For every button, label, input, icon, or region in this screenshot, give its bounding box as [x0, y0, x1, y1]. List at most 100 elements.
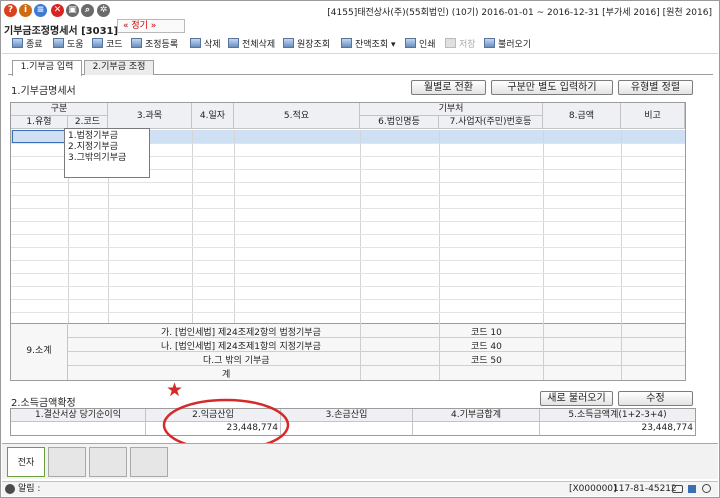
exit-icon	[12, 38, 23, 48]
grid-row-line	[11, 182, 685, 183]
grid-row-line	[11, 273, 685, 274]
help-icon[interactable]: ?	[4, 4, 17, 17]
header-summary: 5.적요	[234, 103, 360, 129]
status-bar: 알림 : [X000000] 117-81-45212	[2, 481, 718, 496]
balance-icon	[341, 38, 352, 48]
gear-icon[interactable]: ✲	[97, 4, 110, 17]
tool-delete-all-button[interactable]: 전체삭제	[228, 38, 275, 52]
subtotal-col-line	[543, 323, 544, 380]
grid-col-line	[621, 130, 622, 323]
grid-row-line	[11, 299, 685, 300]
header-biz-number: 7.사업자(주민)번호등	[439, 116, 543, 129]
income-value-donation-total[interactable]	[413, 422, 540, 435]
subtotal-designated-label: 나. [법인세법] 제24조제1항의 지정기부금	[161, 342, 321, 352]
grid-col-line	[439, 130, 440, 323]
subtotal-col-line	[439, 323, 440, 380]
tab-strip: 1.기부금 입력 2.기부금 조정	[8, 60, 713, 76]
info-icon[interactable]: i	[19, 4, 32, 17]
subtotal-total-label: 계	[222, 370, 231, 380]
grid-col-line	[234, 130, 235, 323]
subtotal-other-code: 코드 50	[471, 356, 502, 366]
register-icon	[131, 38, 142, 48]
tool-balance-button[interactable]: 잔액조회 ▾	[341, 38, 396, 52]
tool-exit-button[interactable]: 종료	[12, 38, 43, 52]
subtotal-col-line	[621, 323, 622, 380]
subtotal-designated-code: 코드 40	[471, 342, 502, 352]
main-toolbar: 종료 도움 코드 조정등록 삭제 전체삭제 원장조회 잔액조회 ▾ 인쇄 저장 …	[2, 36, 718, 54]
tab-empty[interactable]	[48, 447, 86, 477]
header-amount: 8.금액	[543, 103, 621, 129]
subtotal-col-line	[360, 323, 361, 380]
donation-type-dropdown[interactable]: 1.법정기부금 2.지정기부금 3.그밖의기부금	[64, 128, 150, 178]
grid-row-line	[11, 312, 685, 313]
income-header-net-income: 1.결산서상 당기순이익	[11, 409, 146, 422]
section-income-confirm: 2.소득금액확정	[11, 398, 76, 409]
search-icon[interactable]: ⌕	[81, 4, 94, 17]
grid-row-line	[11, 195, 685, 196]
status-business-number: 117-81-45212	[613, 484, 677, 494]
dropdown-option-statutory[interactable]: 1.법정기부금	[68, 131, 118, 142]
header-remarks: 비고	[621, 103, 685, 129]
income-value-net-income[interactable]	[11, 422, 146, 435]
help-doc-icon	[53, 38, 64, 48]
tab-electronic[interactable]: 전자	[7, 447, 45, 477]
monthly-convert-button[interactable]: 월별로 전환	[411, 80, 486, 95]
tool-code-button[interactable]: 코드	[92, 38, 123, 52]
subtotal-statutory-label: 가. [법인세법] 제24조제2항의 법정기부금	[161, 328, 321, 338]
grid-row-line	[11, 234, 685, 235]
reload-button[interactable]: 새로 불러오기	[540, 391, 613, 406]
tab-empty[interactable]	[89, 447, 127, 477]
tool-help-button[interactable]: 도움	[53, 38, 84, 52]
print-icon[interactable]: ▣	[66, 4, 79, 17]
income-header-deduction-add: 3.손금산입	[281, 409, 413, 422]
close-icon[interactable]: ✕	[51, 4, 64, 17]
income-header-donation-total: 4.기부금합계	[413, 409, 540, 422]
tool-delete-button[interactable]: 삭제	[190, 38, 221, 52]
sort-by-type-button[interactable]: 유형별 정렬	[618, 80, 693, 95]
tab-empty[interactable]	[130, 447, 168, 477]
income-header-income-total: 5.소득금액계(1+2-3+4)	[540, 409, 695, 422]
header-group-category: 구분	[11, 103, 108, 116]
tool-save-button[interactable]: 저장	[445, 38, 476, 52]
grid-row-line	[11, 221, 685, 222]
edit-button[interactable]: 수정	[618, 391, 693, 406]
bottom-tab-strip: 전자	[2, 443, 718, 479]
tab-donation-adjust[interactable]: 2.기부금 조정	[84, 60, 154, 75]
dropdown-option-designated[interactable]: 2.지정기부금	[68, 142, 118, 153]
grid-col-line	[360, 130, 361, 323]
dropdown-option-other[interactable]: 3.그밖의기부금	[68, 153, 126, 164]
window-icon[interactable]	[688, 485, 696, 493]
save-icon	[445, 38, 456, 48]
header-date: 4.일자	[192, 103, 234, 129]
subtotal-label: 9.소계	[11, 323, 68, 380]
separate-category-button[interactable]: 구분만 별도 입력하기	[491, 80, 613, 95]
load-icon	[484, 38, 495, 48]
header-group-donor: 기부처	[360, 103, 543, 116]
camera-icon[interactable]	[672, 485, 683, 493]
grid-col-line	[192, 130, 193, 323]
subtotal-row-line	[68, 365, 685, 366]
ledger-icon	[283, 38, 294, 48]
status-alert-label: 알림 :	[18, 484, 41, 494]
grid-row-line	[11, 260, 685, 261]
subtotal-other-label: 다.그 밖의 기부금	[203, 356, 270, 366]
income-value-income-total[interactable]: 23,448,774	[540, 422, 695, 435]
code-icon	[92, 38, 103, 48]
status-code: [X000000]	[569, 484, 617, 494]
globe-icon[interactable]	[702, 484, 711, 493]
delete-icon	[190, 38, 201, 48]
grid-row-line	[11, 247, 685, 248]
tool-load-button[interactable]: 불러오기	[484, 38, 531, 52]
header-corp-name: 6.법인명등	[360, 116, 439, 129]
tool-print-button[interactable]: 인쇄	[405, 38, 436, 52]
type-cell-active[interactable]	[12, 130, 68, 143]
tool-ledger-button[interactable]: 원장조회	[283, 38, 330, 52]
chat-icon[interactable]: ≡	[34, 4, 47, 17]
income-value-deduction-add[interactable]	[281, 422, 413, 435]
delete-all-icon	[228, 38, 239, 48]
grid-row-line	[11, 208, 685, 209]
tool-adjust-register-button[interactable]: 조정등록	[131, 38, 178, 52]
tab-donation-input[interactable]: 1.기부금 입력	[12, 60, 82, 76]
grid-col-line	[543, 130, 544, 323]
print-doc-icon	[405, 38, 416, 48]
